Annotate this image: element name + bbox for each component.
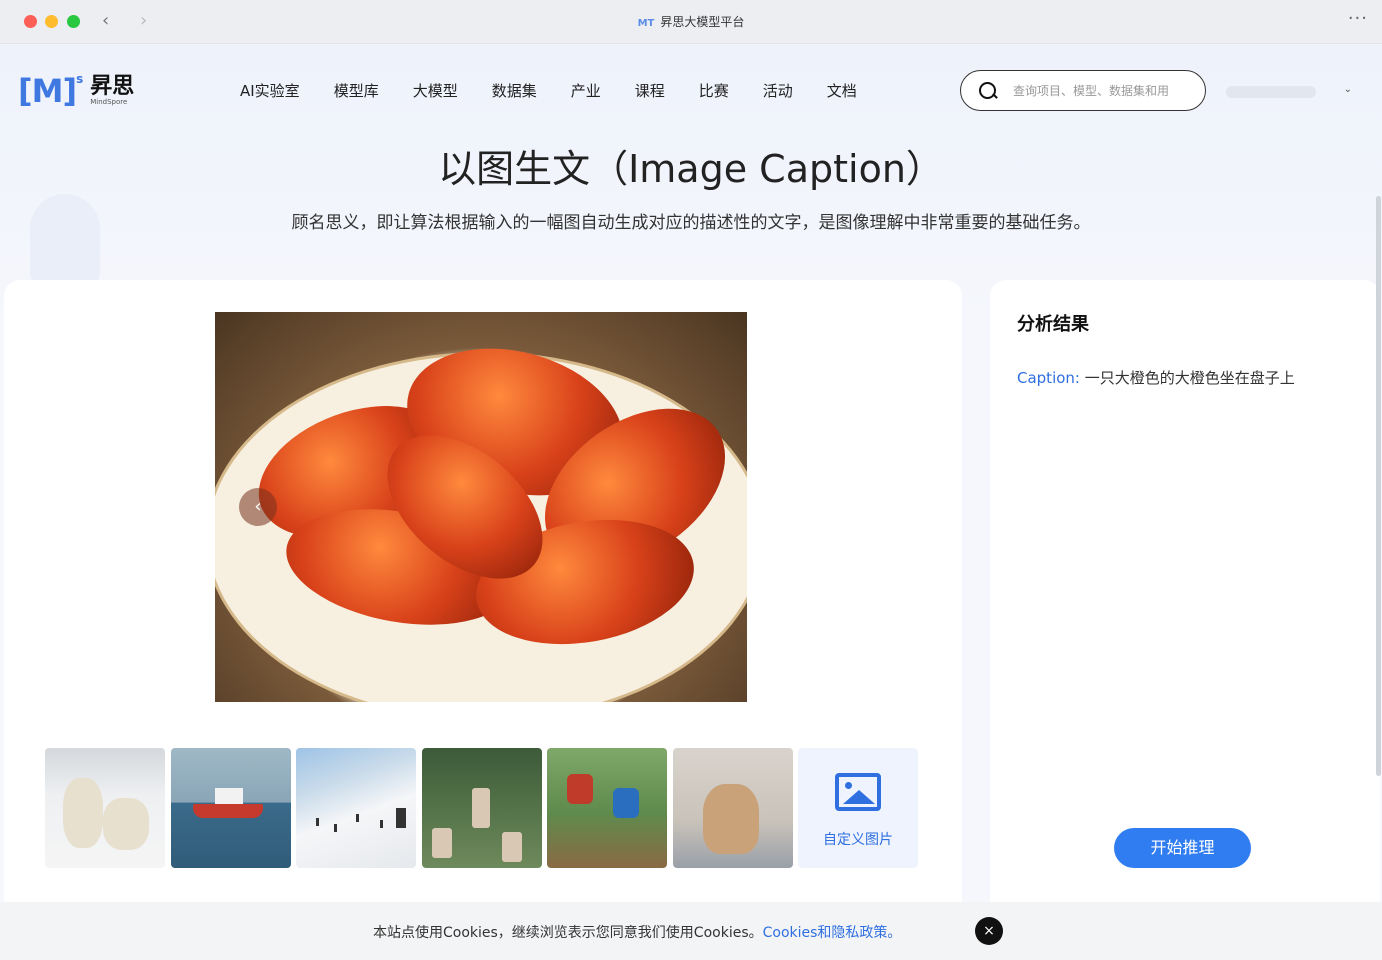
bear-shape (63, 778, 103, 848)
nav-large-models[interactable]: 大模型 (413, 80, 458, 101)
rider-shape (613, 788, 639, 818)
caption-result: Caption: 一只大橙色的大橙色坐在盘子上 (1017, 367, 1295, 388)
nav-model-library[interactable]: 模型库 (334, 80, 379, 101)
result-title: 分析结果 (1017, 314, 1089, 335)
dog-shape (702, 784, 759, 854)
player-shape (471, 788, 490, 828)
ship-cabin-shape (214, 788, 243, 804)
spectator-shape (501, 832, 522, 862)
lift-shape (396, 808, 406, 828)
thumbnail-strip: 自定义图片 (45, 748, 924, 868)
thumbnail-ski-slope[interactable] (296, 748, 416, 868)
user-menu[interactable]: ⌄ (1226, 84, 1356, 100)
site-favicon-icon: MT (637, 18, 655, 29)
cookie-text: 本站点使用Cookies，继续浏览表示您同意我们使用Cookies。Cookie… (373, 922, 901, 942)
nav-courses[interactable]: 课程 (635, 80, 665, 101)
rider-shape (567, 774, 593, 804)
cookie-message: 本站点使用Cookies，继续浏览表示您同意我们使用Cookies。 (373, 925, 763, 941)
nav-industry[interactable]: 产业 (571, 80, 601, 101)
avatar[interactable] (1226, 86, 1316, 98)
nav-datasets[interactable]: 数据集 (492, 80, 537, 101)
main-nav: AI实验室 模型库 大模型 数据集 产业 课程 比赛 活动 文档 (240, 80, 891, 101)
spectator-shape (431, 828, 452, 858)
start-inference-button[interactable]: 开始推理 (1114, 828, 1251, 868)
caption-key: Caption: (1017, 369, 1080, 387)
site-logo[interactable]: [M]s 昇思 MindSpore (18, 72, 134, 110)
thumbnail-polar-bears[interactable] (45, 748, 165, 868)
thumbnail-ship[interactable] (170, 748, 291, 868)
carousel-prev-button[interactable]: ‹ (239, 488, 277, 526)
ship-hull-shape (192, 804, 263, 818)
nav-ai-lab[interactable]: AI实验室 (240, 80, 300, 101)
skier-shape (380, 820, 383, 828)
cookie-policy-link[interactable]: Cookies和隐私政策。 (763, 925, 902, 941)
chevron-down-icon[interactable]: ⌄ (1344, 84, 1352, 95)
custom-image-label: 自定义图片 (823, 832, 893, 848)
page-description: 顾名思义，即让算法根据输入的一幅图自动生成对应的描述性的文字，是图像理解中非常重… (291, 213, 1091, 233)
skier-shape (356, 814, 359, 822)
bear-shape (103, 798, 149, 850)
skier-shape (316, 818, 319, 826)
search-input[interactable] (1013, 83, 1193, 98)
close-icon[interactable]: × (975, 917, 1003, 945)
nav-docs[interactable]: 文档 (827, 80, 857, 101)
logo-mark: [M]s (18, 72, 83, 110)
window-title-text: 昇思大模型平台 (660, 15, 745, 29)
site-header: [M]s 昇思 MindSpore AI实验室 模型库 大模型 数据集 产业 课… (0, 44, 1382, 134)
selected-image (215, 312, 747, 702)
page-title: 以图生文（Image Caption） (438, 147, 944, 191)
logo-chinese-name: 昇思 (90, 74, 135, 99)
caption-value: 一只大橙色的大橙色坐在盘子上 (1084, 369, 1295, 387)
thumbnail-frisbee-game[interactable] (421, 748, 542, 868)
custom-image-upload-button[interactable]: 自定义图片 (798, 748, 918, 868)
thumbnail-motocross[interactable] (547, 748, 667, 868)
window-title: MT 昇思大模型平台 (0, 13, 1382, 30)
thumbnail-dog-on-sofa[interactable] (672, 748, 793, 868)
window-titlebar: ‹ › MT 昇思大模型平台 ··· (0, 0, 1382, 44)
search-box[interactable] (960, 70, 1206, 111)
nav-events[interactable]: 活动 (763, 80, 793, 101)
page-scrollbar[interactable] (1376, 196, 1381, 776)
logo-text: 昇思 MindSpore (90, 74, 135, 107)
skier-shape (334, 824, 337, 832)
image-icon (835, 773, 881, 811)
nav-competitions[interactable]: 比赛 (699, 80, 729, 101)
more-options-icon[interactable]: ··· (1348, 8, 1368, 29)
cookie-banner: 本站点使用Cookies，继续浏览表示您同意我们使用Cookies。Cookie… (0, 902, 1382, 960)
search-icon[interactable] (979, 81, 997, 100)
logo-english-name: MindSpore (90, 98, 128, 106)
